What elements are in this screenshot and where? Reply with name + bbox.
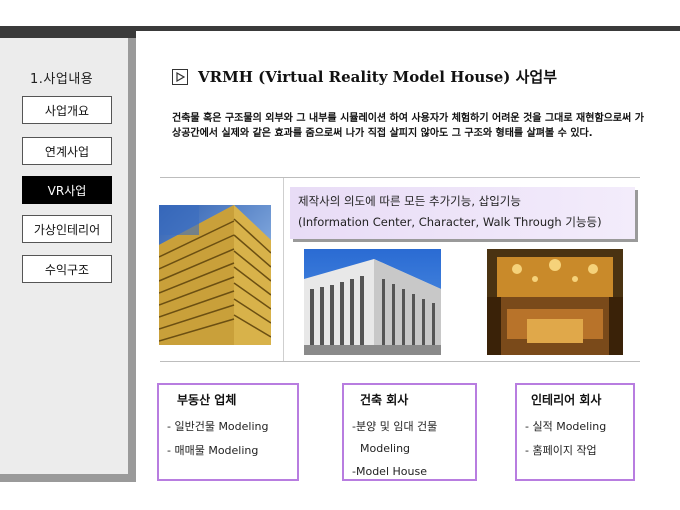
card-title: 건축 회사 bbox=[360, 393, 409, 407]
sidebar-item-linked-business[interactable]: 연계사업 bbox=[22, 137, 112, 165]
card-construction: 건축 회사 -분양 및 임대 건물 Modeling -Model House bbox=[342, 383, 477, 481]
sidebar-item-virtual-interior[interactable]: 가상인테리어 bbox=[22, 215, 112, 243]
card-item: - 홈페이지 작업 bbox=[525, 444, 597, 457]
card-item: - 매매물 Modeling bbox=[167, 444, 259, 457]
divider-bottom bbox=[160, 361, 640, 362]
feature-line-2: (Information Center, Character, Walk Thr… bbox=[298, 215, 602, 229]
card-item: - 일반건물 Modeling bbox=[167, 420, 269, 433]
intro-text: 건축물 혹은 구조물의 외부와 그 내부를 시뮬레이션 하여 사용자가 체험하기… bbox=[172, 113, 644, 139]
sidebar: 1.사업내용 사업개요 연계사업 VR사업 가상인테리어 수익구조 bbox=[0, 38, 136, 482]
tower-building-photo bbox=[159, 205, 271, 345]
play-icon bbox=[172, 68, 188, 85]
sidebar-item-overview[interactable]: 사업개요 bbox=[22, 96, 112, 124]
divider-top bbox=[160, 177, 640, 178]
office-building-photo bbox=[304, 249, 441, 355]
lobby-interior-photo bbox=[487, 249, 623, 355]
card-title: 인테리어 회사 bbox=[531, 393, 602, 407]
card-item: Modeling bbox=[360, 442, 411, 455]
feature-callout: 제작사의 의도에 따른 모든 추가기능, 삽입기능 (Information C… bbox=[290, 187, 635, 239]
top-rule-right bbox=[136, 26, 680, 31]
page-title-row: VRMH (Virtual Reality Model House) 사업부 bbox=[172, 66, 557, 87]
page-title: VRMH (Virtual Reality Model House) 사업부 bbox=[198, 68, 557, 86]
card-item: -분양 및 임대 건물 bbox=[352, 420, 438, 433]
sidebar-item-revenue-structure[interactable]: 수익구조 bbox=[22, 255, 112, 283]
card-title: 부동산 업체 bbox=[177, 393, 237, 407]
top-rule-left bbox=[0, 26, 136, 38]
card-item: -Model House bbox=[352, 465, 427, 478]
card-real-estate: 부동산 업체 - 일반건물 Modeling - 매매물 Modeling bbox=[157, 383, 299, 481]
divider-vertical bbox=[283, 178, 284, 361]
sidebar-heading: 1.사업내용 bbox=[30, 72, 94, 87]
card-interior: 인테리어 회사 - 실적 Modeling - 홈페이지 작업 bbox=[515, 383, 635, 481]
card-item: - 실적 Modeling bbox=[525, 420, 607, 433]
sidebar-item-vr-business[interactable]: VR사업 bbox=[22, 176, 112, 204]
feature-line-1: 제작사의 의도에 따른 모든 추가기능, 삽입기능 bbox=[298, 194, 521, 208]
